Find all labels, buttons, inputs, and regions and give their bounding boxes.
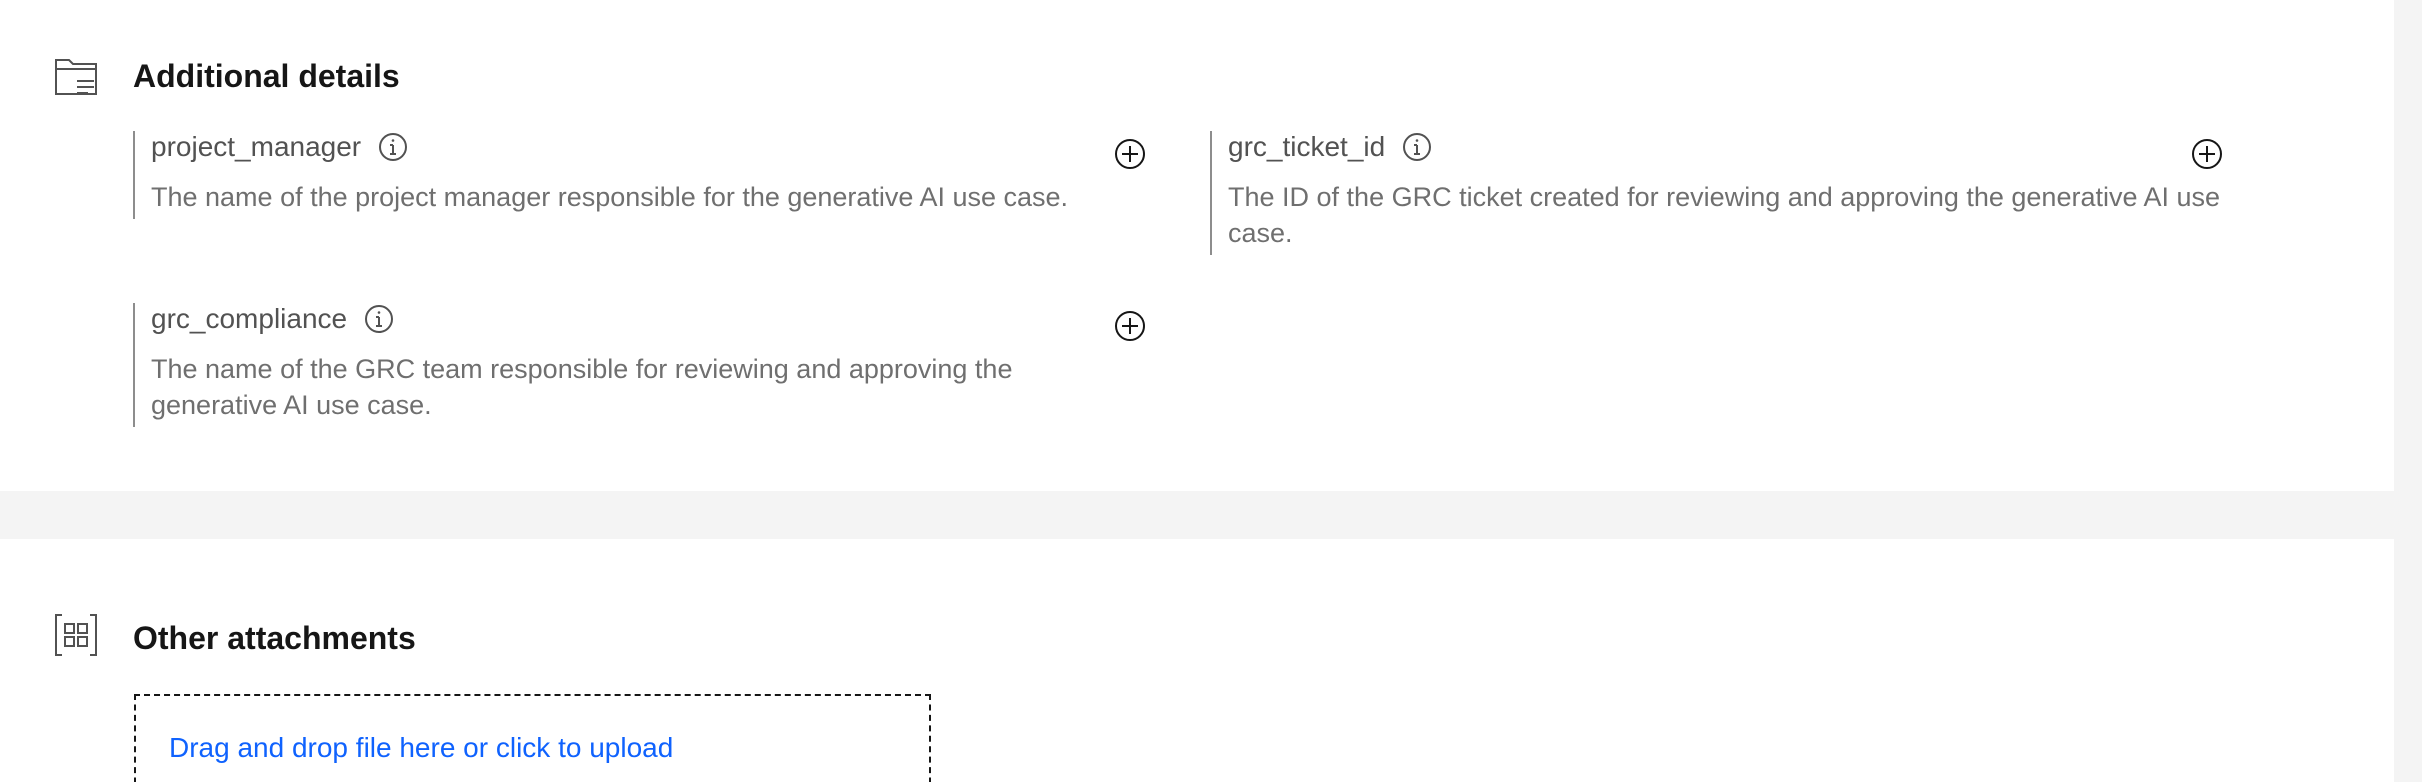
add-value-button[interactable] bbox=[1113, 309, 1147, 343]
field-grc-compliance: grc_compliance The name of the GRC team … bbox=[133, 303, 1093, 427]
scrollbar-gutter bbox=[2394, 0, 2422, 782]
section-title-other-attachments: Other attachments bbox=[133, 620, 416, 656]
folder-details-icon bbox=[53, 54, 99, 100]
page: Additional details project_manager The n… bbox=[0, 0, 2422, 782]
info-icon[interactable] bbox=[1401, 131, 1433, 163]
attachments-grid-icon bbox=[53, 612, 99, 658]
field-description: The name of the project manager responsi… bbox=[151, 182, 1069, 212]
field-label: project_manager bbox=[151, 131, 362, 162]
section-title-additional-details: Additional details bbox=[133, 58, 400, 94]
field-project-manager: project_manager The name of the project … bbox=[133, 131, 1133, 219]
add-value-button[interactable] bbox=[1113, 137, 1147, 171]
field-label: grc_compliance bbox=[151, 303, 348, 334]
field-grc-ticket-id: grc_ticket_id The ID of the GRC ticket c… bbox=[1210, 131, 2250, 255]
file-upload-dropzone[interactable]: Drag and drop file here or click to uplo… bbox=[134, 694, 931, 782]
field-description: The ID of the GRC ticket created for rev… bbox=[1228, 182, 2221, 248]
info-icon[interactable] bbox=[363, 303, 395, 335]
upload-link[interactable]: Drag and drop file here or click to uplo… bbox=[169, 732, 673, 764]
add-value-button[interactable] bbox=[2190, 137, 2224, 171]
field-label: grc_ticket_id bbox=[1228, 131, 1386, 162]
info-icon[interactable] bbox=[377, 131, 409, 163]
field-description: The name of the GRC team responsible for… bbox=[151, 354, 1013, 420]
